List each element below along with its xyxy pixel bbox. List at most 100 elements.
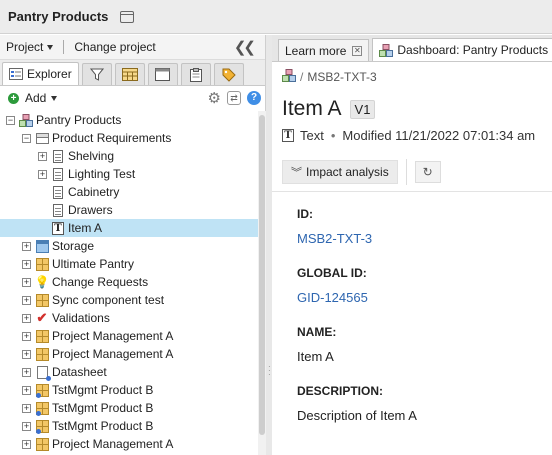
- grid-icon: [35, 293, 49, 307]
- tree-node[interactable]: − Product Requirements: [0, 129, 258, 147]
- tree-node[interactable]: + ✔ Validations: [0, 309, 258, 327]
- tab-filter[interactable]: [81, 63, 112, 85]
- expand-node-icon[interactable]: +: [22, 259, 31, 269]
- expand-node-icon[interactable]: +: [22, 385, 31, 395]
- item-toolbar: ︾ Impact analysis ↻: [272, 152, 552, 192]
- tree-node[interactable]: + Sync component test: [0, 291, 258, 309]
- expand-node-icon[interactable]: +: [22, 421, 31, 431]
- add-button[interactable]: Add: [25, 91, 46, 105]
- tree-node-label: Datasheet: [52, 365, 107, 379]
- tree-node[interactable]: + 💡 Change Requests: [0, 273, 258, 291]
- change-project-button[interactable]: Change project: [74, 40, 155, 54]
- field-label: ID:: [297, 207, 313, 221]
- breadcrumb-separator: /: [300, 70, 304, 84]
- collapse-panel-icon[interactable]: ❮❮: [234, 38, 256, 56]
- tree-node-label: Sync component test: [52, 293, 165, 307]
- grid-dot-icon: [35, 401, 49, 416]
- impact-analysis-label: Impact analysis: [306, 164, 389, 179]
- left-panel: Project Change project ❮❮ Explorer + Add…: [0, 35, 266, 455]
- tree-node-label: Cabinetry: [68, 185, 120, 199]
- tree-node[interactable]: Drawers: [0, 201, 258, 219]
- checkmark-icon: ✔: [36, 310, 48, 325]
- tree-node[interactable]: + Shelving: [0, 147, 258, 165]
- expand-node-icon[interactable]: +: [38, 151, 47, 161]
- project-menu[interactable]: Project: [6, 40, 54, 54]
- impact-analysis-button[interactable]: ︾ Impact analysis: [282, 159, 398, 184]
- expand-node-icon[interactable]: +: [22, 349, 31, 359]
- close-icon[interactable]: ✕: [352, 45, 363, 56]
- explorer-icon: [9, 68, 23, 80]
- gear-icon[interactable]: ⚙: [208, 89, 221, 107]
- tree-node[interactable]: + Project Management A: [0, 327, 258, 345]
- collapse-node-icon[interactable]: −: [6, 115, 15, 125]
- sync-icon[interactable]: ⇄: [227, 91, 241, 105]
- page-title: Item A: [282, 97, 342, 120]
- tree-node[interactable]: + TstMgmt Product B: [0, 399, 258, 417]
- field-value-link[interactable]: GID-124565: [297, 289, 552, 306]
- tab-window[interactable]: [147, 63, 178, 85]
- tree-node[interactable]: + Project Management A: [0, 345, 258, 363]
- tree-node[interactable]: + Project Management A: [0, 435, 258, 453]
- tab-learn-more[interactable]: Learn more ✕: [278, 39, 370, 61]
- tree-node-label: TstMgmt Product B: [52, 383, 154, 397]
- panel-toggle-icon[interactable]: [120, 10, 135, 23]
- tree-node-label: TstMgmt Product B: [52, 401, 154, 415]
- refresh-button[interactable]: ↻: [414, 160, 441, 183]
- add-toolbar: + Add ⚙ ⇄ ?: [0, 86, 265, 110]
- storage-icon: [35, 239, 49, 253]
- expand-node-icon[interactable]: +: [22, 241, 31, 251]
- tab-calendar[interactable]: [114, 63, 145, 85]
- tree-node[interactable]: + TstMgmt Product B: [0, 417, 258, 435]
- component-icon: [35, 131, 49, 145]
- caret-down-icon[interactable]: [51, 95, 58, 101]
- tree-node[interactable]: + Storage: [0, 237, 258, 255]
- tree-node[interactable]: + Lighting Test: [0, 165, 258, 183]
- breadcrumb-item-code[interactable]: MSB2-TXT-3: [307, 70, 376, 84]
- field-value-link[interactable]: MSB2-TXT-3: [297, 230, 552, 247]
- expand-node-icon[interactable]: +: [38, 169, 47, 179]
- field-name: NAME: Item A: [297, 324, 552, 365]
- text-type-icon: T: [282, 128, 294, 142]
- calendar-icon: [121, 68, 138, 81]
- expand-node-icon[interactable]: +: [22, 403, 31, 413]
- field-value: Description of Item A: [297, 408, 417, 423]
- document-icon: [51, 167, 65, 181]
- lightbulb-icon: 💡: [34, 275, 50, 289]
- app-title: Pantry Products: [8, 9, 109, 24]
- tree-node[interactable]: − Pantry Products: [0, 111, 258, 129]
- collapse-node-icon[interactable]: −: [22, 133, 31, 143]
- scrollbar-thumb[interactable]: [259, 115, 265, 435]
- project-bar: Project Change project ❮❮: [0, 35, 265, 60]
- expand-node-icon[interactable]: +: [22, 439, 31, 449]
- tree-node[interactable]: + Ultimate Pantry: [0, 255, 258, 273]
- expand-node-icon[interactable]: +: [22, 367, 31, 377]
- tree-node-label: Validations: [52, 311, 110, 325]
- product-icon[interactable]: [282, 69, 296, 85]
- tree-scrollbar[interactable]: [258, 111, 266, 455]
- expand-node-icon[interactable]: +: [22, 295, 31, 305]
- grid-dot-icon: [35, 383, 49, 398]
- product-icon: [19, 113, 33, 127]
- tree-node[interactable]: + TstMgmt Product B: [0, 381, 258, 399]
- add-plus-icon[interactable]: +: [8, 92, 19, 104]
- tab-explorer[interactable]: Explorer: [2, 62, 79, 85]
- tab-clipboard[interactable]: [180, 63, 211, 85]
- tab-dashboard[interactable]: Dashboard: Pantry Products ✕: [372, 38, 552, 61]
- expand-node-icon[interactable]: +: [22, 277, 31, 287]
- breadcrumb: / MSB2-TXT-3: [272, 62, 552, 92]
- window-icon: [155, 68, 171, 81]
- caret-down-icon: [47, 44, 54, 50]
- modified-timestamp: Modified 11/21/2022 07:01:34 am: [342, 127, 536, 143]
- tree-node[interactable]: Cabinetry: [0, 183, 258, 201]
- divider: [63, 40, 65, 54]
- help-icon[interactable]: ?: [247, 91, 261, 105]
- expand-node-icon[interactable]: +: [22, 313, 31, 323]
- field-id: ID: MSB2-TXT-3: [297, 206, 552, 247]
- tree-node-label: Project Management A: [52, 347, 174, 361]
- tree-node-label: Shelving: [68, 149, 115, 163]
- tree-node[interactable]: + Datasheet: [0, 363, 258, 381]
- tree-node[interactable]: T Item A: [0, 219, 258, 237]
- expand-node-icon[interactable]: +: [22, 331, 31, 341]
- tab-tags[interactable]: [213, 63, 244, 85]
